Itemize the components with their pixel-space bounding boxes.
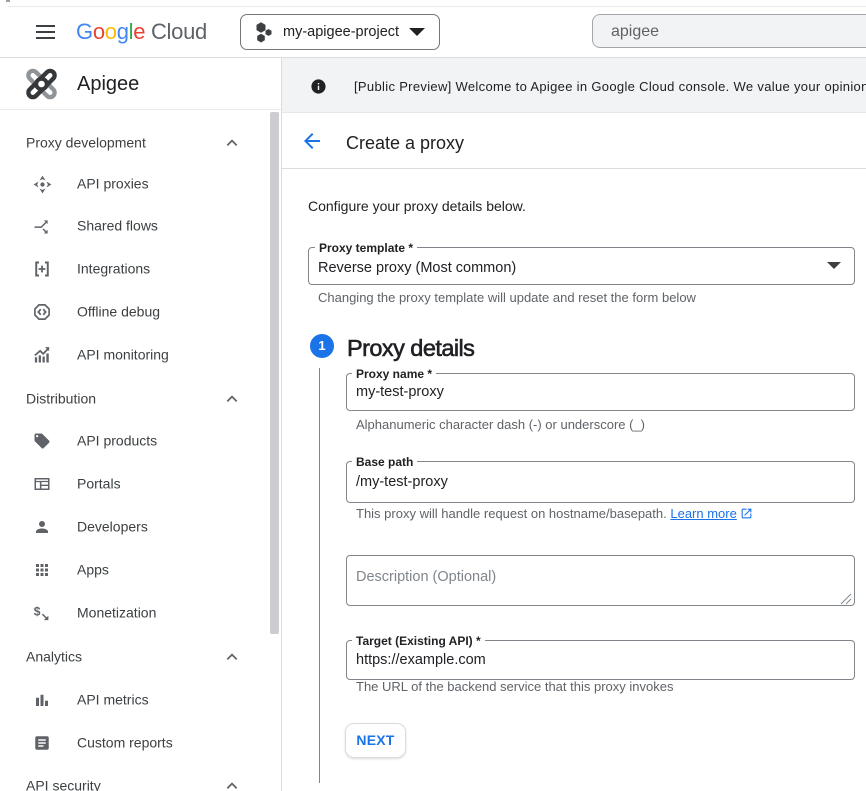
svg-text:$: $ — [34, 604, 41, 618]
